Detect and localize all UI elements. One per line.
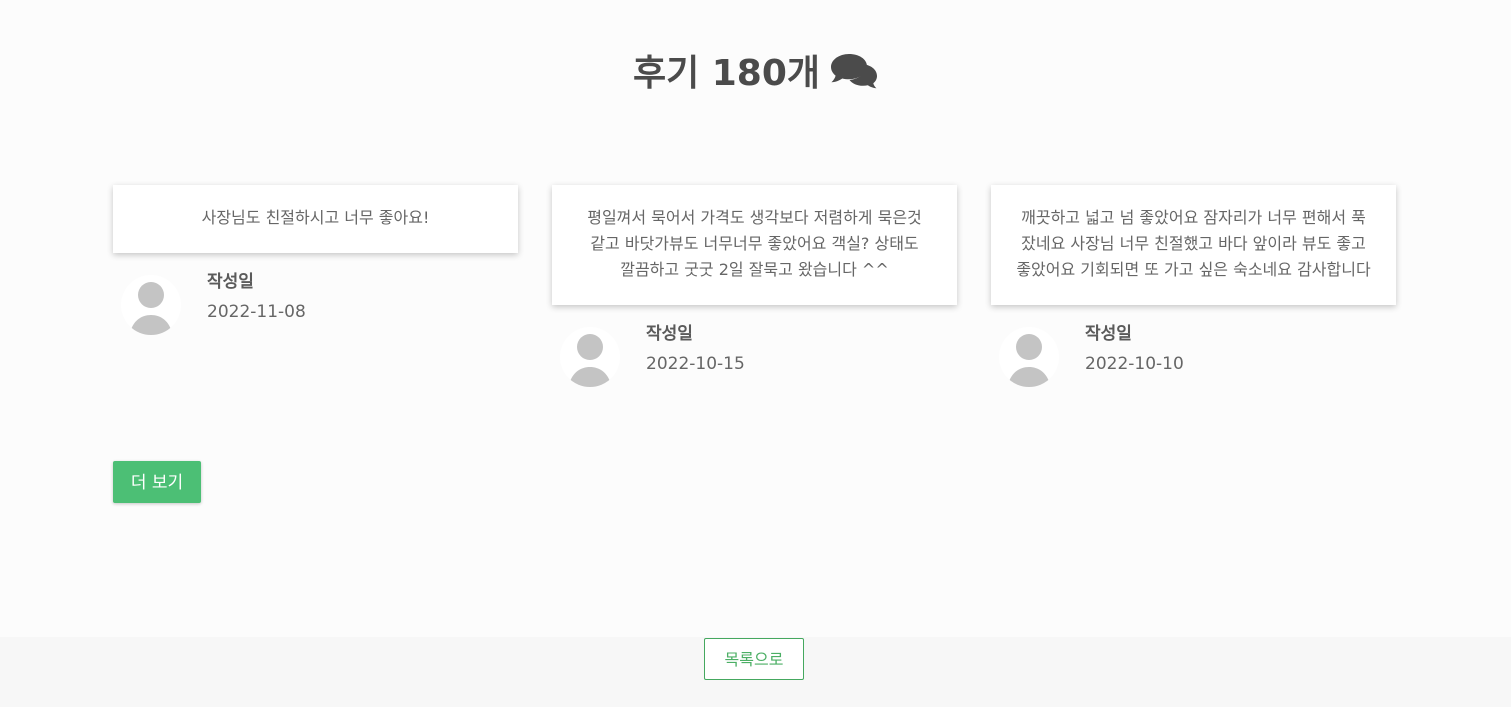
comments-icon [830, 51, 878, 89]
review-card: 평일껴서 묵어서 가격도 생각보다 저렴하게 묵은것 같고 바닷가뷰도 너무너무… [552, 185, 957, 387]
review-list: 사장님도 친절하시고 너무 좋아요! 작성일 2022-11-08 평일껴서 묵… [113, 185, 1396, 387]
review-card: 깨끗하고 넓고 넘 좋았어요 잠자리가 너무 편해서 푹 잤네요 사장님 너무 … [991, 185, 1396, 387]
review-meta-text: 작성일 2022-10-10 [1085, 322, 1184, 378]
review-date: 2022-10-10 [1085, 354, 1184, 374]
review-text: 사장님도 친절하시고 너무 좋아요! [113, 185, 518, 253]
review-date: 2022-11-08 [207, 302, 306, 322]
page-title: 후기 180개 [633, 44, 878, 96]
user-avatar-icon [999, 327, 1059, 387]
review-date: 2022-10-15 [646, 354, 745, 374]
review-card: 사장님도 친절하시고 너무 좋아요! 작성일 2022-11-08 [113, 185, 518, 335]
review-author-label: 작성일 [1085, 324, 1132, 344]
review-text: 깨끗하고 넓고 넘 좋았어요 잠자리가 너무 편해서 푹 잤네요 사장님 너무 … [991, 185, 1396, 305]
title-area: 후기 180개 [0, 44, 1511, 96]
review-author-label: 작성일 [646, 324, 693, 344]
review-text: 평일껴서 묵어서 가격도 생각보다 저렴하게 묵은것 같고 바닷가뷰도 너무너무… [552, 185, 957, 305]
review-meta: 작성일 2022-10-10 [991, 324, 1396, 387]
user-avatar-icon [121, 275, 181, 335]
review-page: 후기 180개 사장님도 친절하시고 너무 좋아요! 작성일 2022-11-0… [0, 0, 1511, 707]
review-meta-text: 작성일 2022-10-15 [646, 322, 745, 378]
page-title-text: 후기 180개 [632, 53, 821, 94]
review-author-label: 작성일 [207, 272, 254, 292]
user-avatar-icon [560, 327, 620, 387]
review-meta: 작성일 2022-10-15 [552, 324, 957, 387]
more-button[interactable]: 더 보기 [113, 461, 201, 503]
review-meta-text: 작성일 2022-11-08 [207, 270, 306, 326]
back-to-list-button[interactable]: 목록으로 [704, 638, 804, 680]
review-meta: 작성일 2022-11-08 [113, 272, 518, 335]
